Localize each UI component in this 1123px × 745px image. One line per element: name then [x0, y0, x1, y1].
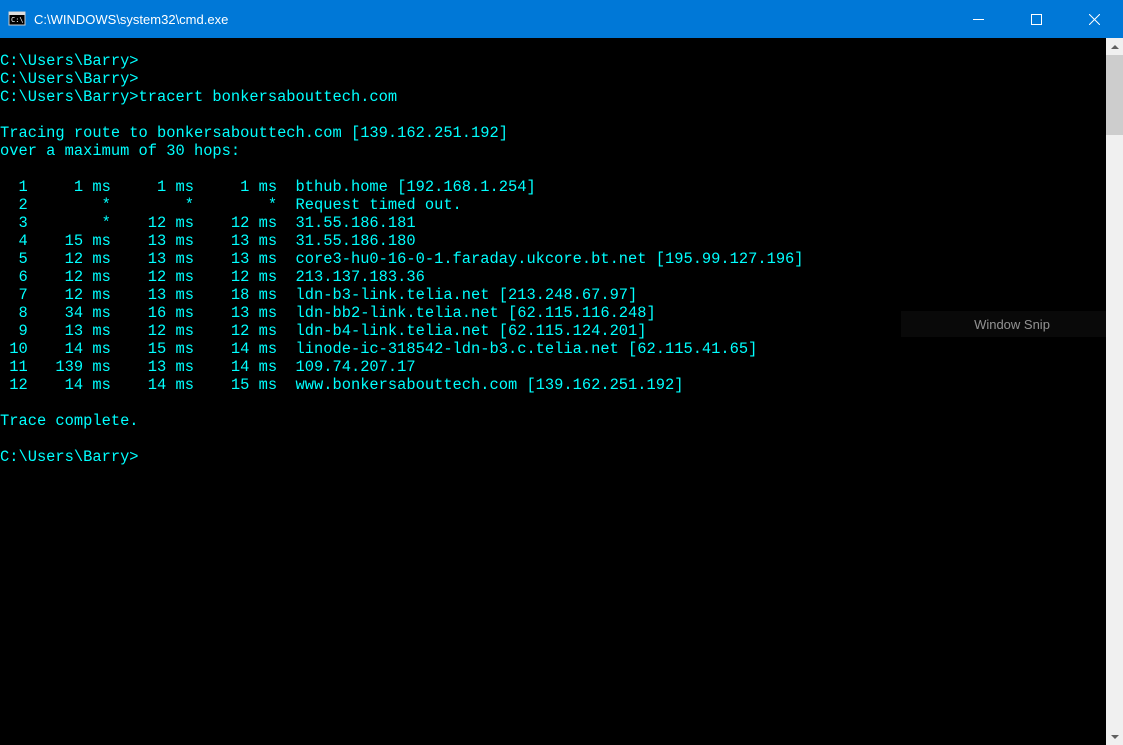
svg-text:C:\: C:\ — [11, 16, 24, 24]
vertical-scrollbar[interactable] — [1106, 38, 1123, 745]
close-button[interactable] — [1065, 0, 1123, 38]
window-title: C:\WINDOWS\system32\cmd.exe — [34, 12, 949, 27]
minimize-icon — [973, 14, 984, 25]
terminal-output[interactable]: C:\Users\Barry> C:\Users\Barry> C:\Users… — [0, 38, 1106, 745]
scroll-thumb[interactable] — [1106, 55, 1123, 135]
terminal-wrap: C:\Users\Barry> C:\Users\Barry> C:\Users… — [0, 38, 1123, 745]
close-icon — [1089, 14, 1100, 25]
titlebar[interactable]: C:\ C:\WINDOWS\system32\cmd.exe — [0, 0, 1123, 38]
window-controls — [949, 0, 1123, 38]
maximize-icon — [1031, 14, 1042, 25]
scroll-down-arrow[interactable] — [1106, 728, 1123, 745]
minimize-button[interactable] — [949, 0, 1007, 38]
maximize-button[interactable] — [1007, 0, 1065, 38]
cmd-window: C:\ C:\WINDOWS\system32\cmd.exe C:\Users… — [0, 0, 1123, 745]
scroll-up-arrow[interactable] — [1106, 38, 1123, 55]
scroll-track[interactable] — [1106, 55, 1123, 728]
cmd-icon: C:\ — [8, 10, 26, 28]
